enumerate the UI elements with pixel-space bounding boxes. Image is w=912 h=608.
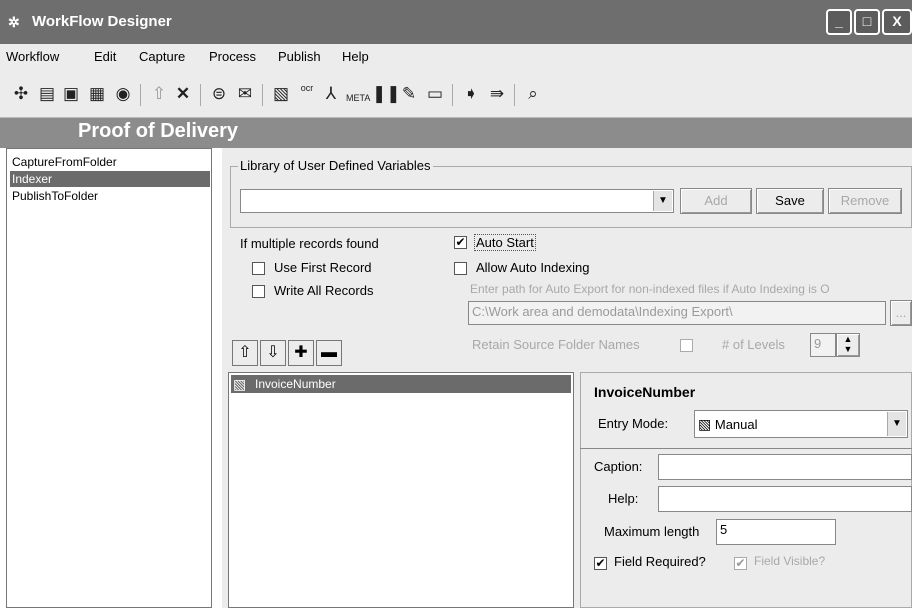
list-item-publish-to-folder[interactable]: PublishToFolder [10, 188, 210, 204]
publish-icon[interactable]: ➧ [460, 83, 482, 105]
library-variable-select[interactable]: ▼ [240, 189, 674, 213]
list-item[interactable]: ▧ InvoiceNumber [231, 375, 571, 393]
caption-field[interactable] [658, 454, 912, 480]
field-required-label: Field Required? [614, 554, 706, 569]
field-visible-label: Field Visible? [754, 554, 826, 568]
delete-icon[interactable]: ✕ [172, 83, 194, 105]
export-icon[interactable]: ⇛ [486, 83, 508, 105]
allow-auto-indexing-checkbox[interactable] [454, 262, 467, 275]
caption-label: Caption: [594, 459, 643, 474]
close-button[interactable]: X [882, 9, 912, 35]
add-button[interactable]: Add [680, 188, 752, 214]
retain-source-folder-checkbox[interactable] [680, 339, 693, 352]
browse-button[interactable]: ... [890, 300, 912, 326]
menu-publish[interactable]: Publish [278, 49, 321, 64]
use-first-record-label: Use First Record [274, 260, 372, 275]
move-down-button[interactable]: ⇩ [260, 340, 286, 366]
help-label: Help: [608, 491, 639, 506]
remove-button[interactable]: Remove [828, 188, 902, 214]
menu-capture[interactable]: Capture [139, 49, 185, 64]
toolbar: ✣ ▤ ▣ ▦ ◉ ⇧ ✕ ⊜ ✉ ▧ ocr ⅄ META ❚❚ ✎ ▭ ➧ … [0, 70, 912, 118]
app-icon: ✲ [8, 14, 20, 30]
chevron-down-icon: ▼ [887, 412, 906, 436]
use-first-record-checkbox[interactable] [252, 262, 265, 275]
chevron-down-icon: ▼ [653, 191, 672, 211]
write-all-records-label: Write All Records [274, 283, 374, 298]
email-icon[interactable]: ✉ [234, 83, 256, 105]
toolbar-separator [452, 84, 453, 106]
pdf-icon[interactable]: ⅄ [320, 83, 342, 105]
entry-mode-select[interactable]: ▧ Manual ▼ [694, 410, 908, 438]
auto-start-label: Auto Start [474, 234, 536, 251]
auto-export-hint: Enter path for Auto Export for non-index… [470, 282, 830, 296]
menu-help[interactable]: Help [342, 49, 369, 64]
retain-source-folder-label: Retain Source Folder Names [472, 337, 640, 352]
barcode-icon[interactable]: ❚❚ [372, 83, 401, 105]
title-bar: ✲ WorkFlow Designer _ □ X [0, 0, 912, 44]
save-as-icon[interactable]: ▦ [86, 83, 108, 105]
write-all-records-checkbox[interactable] [252, 285, 265, 298]
field-name-heading: InvoiceNumber [594, 384, 696, 400]
toolbar-separator [140, 84, 141, 106]
maximum-length-label: Maximum length [604, 524, 700, 539]
field-required-checkbox[interactable]: ✔ [594, 557, 607, 570]
new-workflow-icon[interactable]: ✣ [10, 83, 32, 105]
add-field-button[interactable]: ✚ [288, 340, 314, 366]
levels-input[interactable]: 9 [810, 333, 836, 357]
list-item-capture-from-folder[interactable]: CaptureFromFolder [10, 154, 210, 170]
meta-icon[interactable]: META [346, 83, 370, 105]
ocr-icon[interactable]: ocr [296, 83, 318, 105]
menu-bar: Workflow Edit Capture Process Publish He… [0, 44, 912, 70]
workflow-steps-list: CaptureFromFolder Indexer PublishToFolde… [6, 148, 212, 608]
manual-entry-icon: ▧ [233, 376, 247, 392]
index-fields-list: ▧ InvoiceNumber [228, 372, 574, 608]
menu-workflow[interactable]: Workflow [6, 49, 59, 64]
levels-spinner[interactable]: ▲ ▼ [836, 333, 860, 357]
multiple-records-label: If multiple records found [240, 236, 379, 251]
levels-label: # of Levels [722, 337, 785, 352]
maximize-button[interactable]: □ [854, 9, 880, 35]
properties-divider [580, 448, 912, 449]
save-icon[interactable]: ▣ [60, 83, 82, 105]
open-icon[interactable]: ▤ [36, 83, 58, 105]
toolbar-separator [514, 84, 515, 106]
image-icon[interactable]: ▭ [424, 83, 446, 105]
workflow-banner: Proof of Delivery [0, 118, 912, 148]
workflow-name: Proof of Delivery [78, 120, 239, 142]
menu-process[interactable]: Process [209, 49, 256, 64]
auto-start-checkbox[interactable]: ✔ [454, 236, 467, 249]
auto-export-path-field[interactable]: C:\Work area and demodata\Indexing Expor… [468, 301, 886, 325]
maximum-length-field[interactable]: 5 [716, 519, 836, 545]
list-item-indexer[interactable]: Indexer [10, 171, 210, 187]
lock-icon[interactable]: ◉ [112, 83, 134, 105]
manual-entry-icon: ▧ [698, 416, 712, 432]
remove-field-button[interactable]: ▬ [316, 340, 342, 366]
scan-icon[interactable]: ▧ [270, 83, 292, 105]
entry-mode-label: Entry Mode: [598, 416, 669, 431]
menu-edit[interactable]: Edit [94, 49, 116, 64]
preview-icon[interactable]: ⌕ [522, 83, 544, 105]
save-button[interactable]: Save [756, 188, 824, 214]
allow-auto-indexing-label: Allow Auto Indexing [476, 260, 590, 275]
help-field[interactable] [658, 486, 912, 512]
window-title: WorkFlow Designer [32, 13, 172, 30]
minimize-button[interactable]: _ [826, 9, 852, 35]
move-up-icon[interactable]: ⇧ [148, 83, 170, 105]
toolbar-separator [262, 84, 263, 106]
library-legend: Library of User Defined Variables [238, 158, 433, 173]
toolbar-separator [200, 84, 201, 106]
move-up-button[interactable]: ⇧ [232, 340, 258, 366]
signature-icon[interactable]: ✎ [398, 83, 420, 105]
capture-icon[interactable]: ⊜ [208, 83, 230, 105]
field-visible-checkbox[interactable]: ✔ [734, 557, 747, 570]
